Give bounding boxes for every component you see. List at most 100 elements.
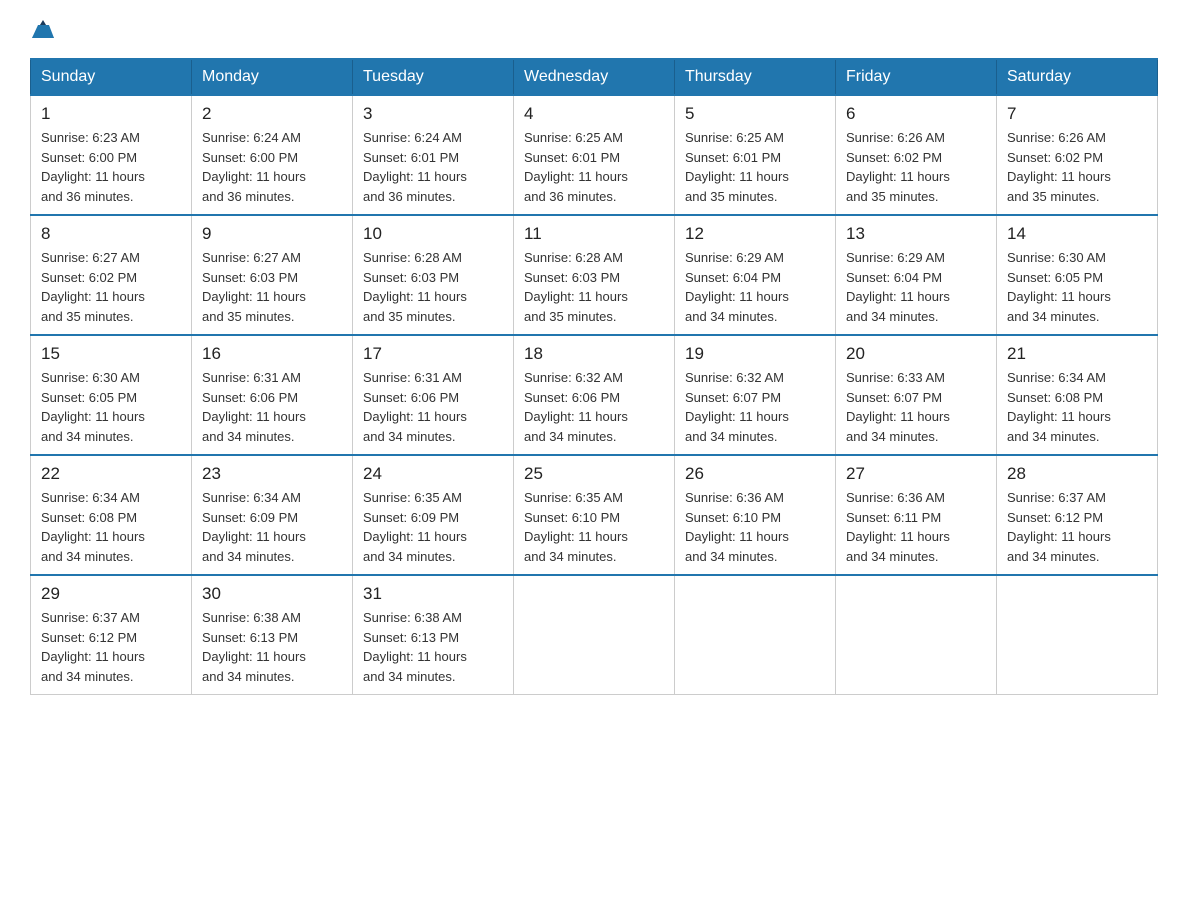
calendar-cell: 26 Sunrise: 6:36 AMSunset: 6:10 PMDaylig… <box>675 455 836 575</box>
day-info: Sunrise: 6:34 AMSunset: 6:09 PMDaylight:… <box>202 488 342 566</box>
calendar-cell: 15 Sunrise: 6:30 AMSunset: 6:05 PMDaylig… <box>31 335 192 455</box>
calendar-cell: 3 Sunrise: 6:24 AMSunset: 6:01 PMDayligh… <box>353 95 514 215</box>
calendar-week-row: 8 Sunrise: 6:27 AMSunset: 6:02 PMDayligh… <box>31 215 1158 335</box>
day-number: 25 <box>524 464 664 484</box>
day-number: 11 <box>524 224 664 244</box>
logo <box>30 20 54 38</box>
day-info: Sunrise: 6:24 AMSunset: 6:01 PMDaylight:… <box>363 128 503 206</box>
day-number: 3 <box>363 104 503 124</box>
day-number: 9 <box>202 224 342 244</box>
day-info: Sunrise: 6:27 AMSunset: 6:02 PMDaylight:… <box>41 248 181 326</box>
day-number: 23 <box>202 464 342 484</box>
calendar-cell: 20 Sunrise: 6:33 AMSunset: 6:07 PMDaylig… <box>836 335 997 455</box>
calendar-cell: 8 Sunrise: 6:27 AMSunset: 6:02 PMDayligh… <box>31 215 192 335</box>
day-info: Sunrise: 6:28 AMSunset: 6:03 PMDaylight:… <box>363 248 503 326</box>
day-number: 12 <box>685 224 825 244</box>
calendar-header-tuesday: Tuesday <box>353 59 514 95</box>
day-info: Sunrise: 6:31 AMSunset: 6:06 PMDaylight:… <box>202 368 342 446</box>
day-number: 5 <box>685 104 825 124</box>
day-number: 16 <box>202 344 342 364</box>
calendar-header-sunday: Sunday <box>31 59 192 95</box>
day-info: Sunrise: 6:27 AMSunset: 6:03 PMDaylight:… <box>202 248 342 326</box>
day-info: Sunrise: 6:33 AMSunset: 6:07 PMDaylight:… <box>846 368 986 446</box>
calendar-cell: 17 Sunrise: 6:31 AMSunset: 6:06 PMDaylig… <box>353 335 514 455</box>
calendar-cell: 11 Sunrise: 6:28 AMSunset: 6:03 PMDaylig… <box>514 215 675 335</box>
day-number: 18 <box>524 344 664 364</box>
calendar-cell: 7 Sunrise: 6:26 AMSunset: 6:02 PMDayligh… <box>997 95 1158 215</box>
calendar-header-thursday: Thursday <box>675 59 836 95</box>
calendar-cell: 29 Sunrise: 6:37 AMSunset: 6:12 PMDaylig… <box>31 575 192 695</box>
calendar-week-row: 15 Sunrise: 6:30 AMSunset: 6:05 PMDaylig… <box>31 335 1158 455</box>
calendar-cell: 25 Sunrise: 6:35 AMSunset: 6:10 PMDaylig… <box>514 455 675 575</box>
calendar-week-row: 29 Sunrise: 6:37 AMSunset: 6:12 PMDaylig… <box>31 575 1158 695</box>
calendar-cell: 2 Sunrise: 6:24 AMSunset: 6:00 PMDayligh… <box>192 95 353 215</box>
day-number: 8 <box>41 224 181 244</box>
day-info: Sunrise: 6:25 AMSunset: 6:01 PMDaylight:… <box>685 128 825 206</box>
day-info: Sunrise: 6:24 AMSunset: 6:00 PMDaylight:… <box>202 128 342 206</box>
day-info: Sunrise: 6:34 AMSunset: 6:08 PMDaylight:… <box>41 488 181 566</box>
calendar-cell <box>675 575 836 695</box>
day-number: 27 <box>846 464 986 484</box>
day-info: Sunrise: 6:25 AMSunset: 6:01 PMDaylight:… <box>524 128 664 206</box>
day-number: 10 <box>363 224 503 244</box>
logo-icon <box>32 20 54 38</box>
calendar-week-row: 22 Sunrise: 6:34 AMSunset: 6:08 PMDaylig… <box>31 455 1158 575</box>
day-info: Sunrise: 6:35 AMSunset: 6:10 PMDaylight:… <box>524 488 664 566</box>
day-info: Sunrise: 6:31 AMSunset: 6:06 PMDaylight:… <box>363 368 503 446</box>
day-info: Sunrise: 6:32 AMSunset: 6:07 PMDaylight:… <box>685 368 825 446</box>
day-info: Sunrise: 6:29 AMSunset: 6:04 PMDaylight:… <box>685 248 825 326</box>
day-number: 14 <box>1007 224 1147 244</box>
day-number: 29 <box>41 584 181 604</box>
calendar-cell <box>514 575 675 695</box>
day-number: 19 <box>685 344 825 364</box>
day-info: Sunrise: 6:34 AMSunset: 6:08 PMDaylight:… <box>1007 368 1147 446</box>
day-number: 28 <box>1007 464 1147 484</box>
day-number: 15 <box>41 344 181 364</box>
day-info: Sunrise: 6:26 AMSunset: 6:02 PMDaylight:… <box>846 128 986 206</box>
calendar-cell: 28 Sunrise: 6:37 AMSunset: 6:12 PMDaylig… <box>997 455 1158 575</box>
day-info: Sunrise: 6:30 AMSunset: 6:05 PMDaylight:… <box>41 368 181 446</box>
day-number: 17 <box>363 344 503 364</box>
day-number: 4 <box>524 104 664 124</box>
calendar-header-friday: Friday <box>836 59 997 95</box>
calendar-cell: 6 Sunrise: 6:26 AMSunset: 6:02 PMDayligh… <box>836 95 997 215</box>
calendar-cell: 27 Sunrise: 6:36 AMSunset: 6:11 PMDaylig… <box>836 455 997 575</box>
calendar-cell: 1 Sunrise: 6:23 AMSunset: 6:00 PMDayligh… <box>31 95 192 215</box>
calendar-cell: 22 Sunrise: 6:34 AMSunset: 6:08 PMDaylig… <box>31 455 192 575</box>
day-info: Sunrise: 6:38 AMSunset: 6:13 PMDaylight:… <box>202 608 342 686</box>
day-number: 1 <box>41 104 181 124</box>
day-info: Sunrise: 6:32 AMSunset: 6:06 PMDaylight:… <box>524 368 664 446</box>
day-number: 26 <box>685 464 825 484</box>
calendar-cell: 19 Sunrise: 6:32 AMSunset: 6:07 PMDaylig… <box>675 335 836 455</box>
calendar-header-saturday: Saturday <box>997 59 1158 95</box>
day-info: Sunrise: 6:28 AMSunset: 6:03 PMDaylight:… <box>524 248 664 326</box>
calendar-cell: 9 Sunrise: 6:27 AMSunset: 6:03 PMDayligh… <box>192 215 353 335</box>
calendar-cell: 5 Sunrise: 6:25 AMSunset: 6:01 PMDayligh… <box>675 95 836 215</box>
calendar-cell: 31 Sunrise: 6:38 AMSunset: 6:13 PMDaylig… <box>353 575 514 695</box>
day-info: Sunrise: 6:38 AMSunset: 6:13 PMDaylight:… <box>363 608 503 686</box>
day-number: 20 <box>846 344 986 364</box>
calendar-cell: 18 Sunrise: 6:32 AMSunset: 6:06 PMDaylig… <box>514 335 675 455</box>
day-info: Sunrise: 6:36 AMSunset: 6:10 PMDaylight:… <box>685 488 825 566</box>
day-info: Sunrise: 6:37 AMSunset: 6:12 PMDaylight:… <box>1007 488 1147 566</box>
day-info: Sunrise: 6:23 AMSunset: 6:00 PMDaylight:… <box>41 128 181 206</box>
calendar-cell: 30 Sunrise: 6:38 AMSunset: 6:13 PMDaylig… <box>192 575 353 695</box>
calendar-cell: 16 Sunrise: 6:31 AMSunset: 6:06 PMDaylig… <box>192 335 353 455</box>
calendar-cell: 13 Sunrise: 6:29 AMSunset: 6:04 PMDaylig… <box>836 215 997 335</box>
calendar-cell: 10 Sunrise: 6:28 AMSunset: 6:03 PMDaylig… <box>353 215 514 335</box>
calendar-cell: 24 Sunrise: 6:35 AMSunset: 6:09 PMDaylig… <box>353 455 514 575</box>
page-header <box>30 20 1158 38</box>
calendar-cell: 23 Sunrise: 6:34 AMSunset: 6:09 PMDaylig… <box>192 455 353 575</box>
calendar-table: SundayMondayTuesdayWednesdayThursdayFrid… <box>30 58 1158 695</box>
day-info: Sunrise: 6:26 AMSunset: 6:02 PMDaylight:… <box>1007 128 1147 206</box>
day-info: Sunrise: 6:36 AMSunset: 6:11 PMDaylight:… <box>846 488 986 566</box>
calendar-week-row: 1 Sunrise: 6:23 AMSunset: 6:00 PMDayligh… <box>31 95 1158 215</box>
day-info: Sunrise: 6:35 AMSunset: 6:09 PMDaylight:… <box>363 488 503 566</box>
calendar-header-monday: Monday <box>192 59 353 95</box>
day-info: Sunrise: 6:37 AMSunset: 6:12 PMDaylight:… <box>41 608 181 686</box>
calendar-cell <box>836 575 997 695</box>
calendar-header-wednesday: Wednesday <box>514 59 675 95</box>
calendar-header-row: SundayMondayTuesdayWednesdayThursdayFrid… <box>31 59 1158 95</box>
day-number: 30 <box>202 584 342 604</box>
day-info: Sunrise: 6:29 AMSunset: 6:04 PMDaylight:… <box>846 248 986 326</box>
